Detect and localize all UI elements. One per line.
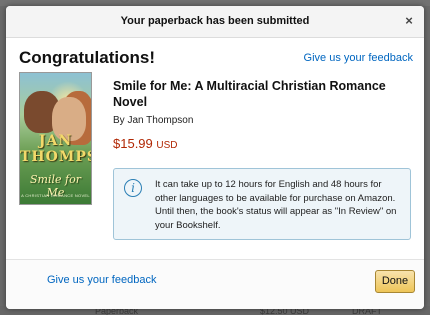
book-title: Smile for Me: A Multiracial Christian Ro… [113, 79, 386, 109]
congratulations-heading: Congratulations! [19, 48, 155, 67]
feedback-link-top[interactable]: Give us your feedback [304, 52, 413, 64]
info-message: It can take up to 12 hours for English a… [155, 179, 397, 231]
info-alert: i It can take up to 12 hours for English… [113, 168, 411, 240]
modal-footer: Give us your feedback Done [6, 259, 424, 309]
info-icon: i [124, 179, 142, 197]
feedback-link-bottom[interactable]: Give us your feedback [47, 274, 156, 286]
close-icon[interactable]: × [402, 14, 416, 28]
cover-author-text: JAN THOMPSON [20, 133, 91, 165]
submission-modal: Your paperback has been submitted × Cong… [6, 6, 424, 309]
book-price: $15.99 USD [113, 136, 178, 151]
price-amount: $15.99 [113, 136, 153, 151]
cover-subtitle-text: A CHRISTIAN ROMANCE NOVEL [21, 193, 90, 198]
book-cover-image: JAN THOMPSON Smile for Me A CHRISTIAN RO… [19, 72, 92, 205]
modal-header: Your paperback has been submitted × [6, 6, 424, 38]
modal-title: Your paperback has been submitted [120, 15, 310, 27]
price-currency: USD [156, 140, 178, 151]
book-author: By Jan Thompson [113, 115, 194, 126]
done-button[interactable]: Done [375, 270, 415, 293]
